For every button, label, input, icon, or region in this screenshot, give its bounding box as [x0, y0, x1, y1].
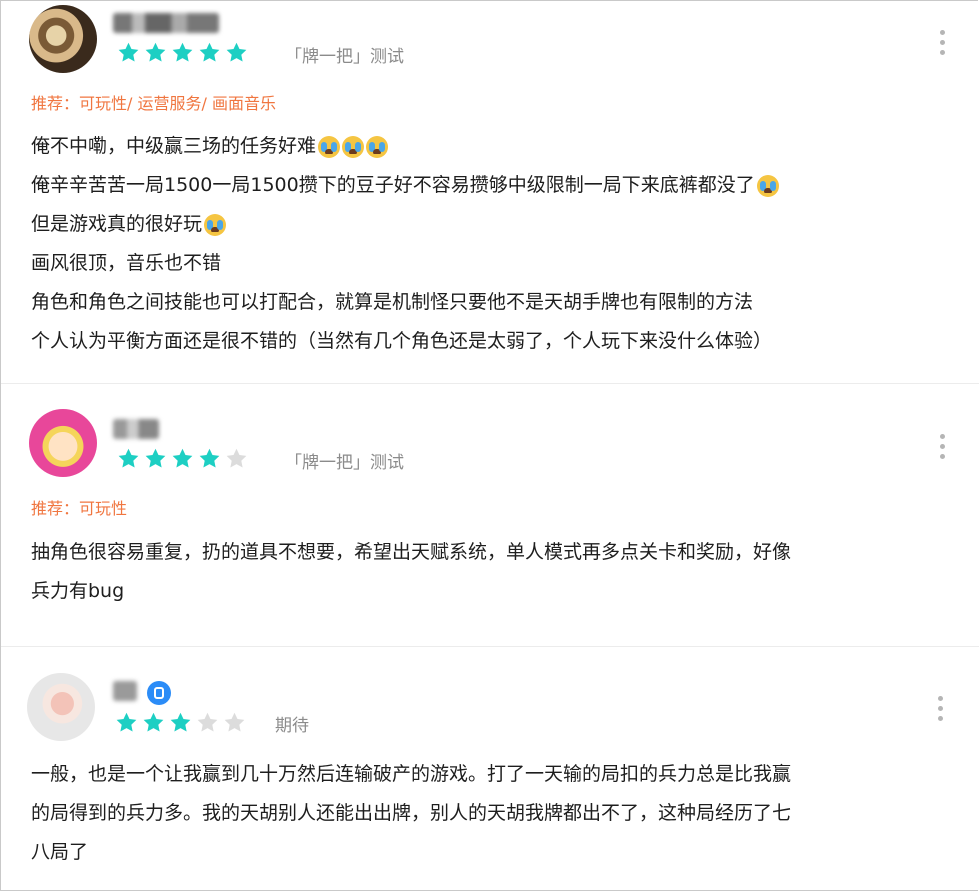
review-line: 俺不中嘞，中级赢三场的任务好难 — [31, 127, 779, 166]
review-line: 抽角色很容易重复，扔的道具不想要，希望出天赋系统，单人模式再多点关卡和奖励，好像 — [31, 533, 791, 572]
more-options-icon[interactable] — [938, 696, 944, 721]
star-filled-icon — [143, 712, 164, 732]
review-line-text: 一般，也是一个让我赢到几十万然后连输破产的游戏。打了一天输的局扣的兵力总是比我赢 — [31, 763, 792, 785]
review-line: 个人认为平衡方面还是很不错的（当然有几个角色还是太弱了，个人玩下来没什么体验） — [31, 322, 779, 361]
crying-face-icon — [204, 213, 227, 236]
star-filled-icon — [199, 42, 220, 62]
review-line-text: 俺不中嘞，中级赢三场的任务好难 — [31, 135, 317, 157]
review-content: 一般，也是一个让我赢到几十万然后连输破产的游戏。打了一天输的局扣的兵力总是比我赢… — [31, 755, 791, 872]
crying-face-icon — [318, 135, 341, 158]
review-line: 俺辛辛苦苦一局1500一局1500攒下的豆子好不容易攒够中级限制一局下来底裤都没… — [31, 166, 779, 205]
review-list: 「牌一把」测试 推荐：可玩性/ 运营服务/ 画面音乐 俺不中嘞，中级赢三场的任务… — [0, 0, 979, 891]
rating-stars — [115, 711, 246, 734]
star-filled-icon — [118, 42, 139, 62]
review-line-text: 画风很顶，音乐也不错 — [31, 252, 222, 274]
star-filled-icon — [172, 448, 193, 468]
username-blurred[interactable] — [113, 13, 219, 33]
star-filled-icon — [170, 712, 191, 732]
verified-badge-icon — [147, 681, 171, 705]
review-line: 画风很顶，音乐也不错 — [31, 244, 779, 283]
review-content: 俺不中嘞，中级赢三场的任务好难俺辛辛苦苦一局1500一局1500攒下的豆子好不容… — [31, 127, 779, 361]
review-line-text: 角色和角色之间技能也可以打配合，就算是机制怪只要他不是天胡手牌也有限制的方法 — [31, 291, 754, 313]
star-filled-icon — [145, 448, 166, 468]
review-card: 「牌一把」测试 推荐：可玩性/ 运营服务/ 画面音乐 俺不中嘞，中级赢三场的任务… — [1, 1, 979, 381]
review-tag: 「牌一把」测试 — [285, 453, 404, 473]
review-tag: 「牌一把」测试 — [285, 47, 404, 67]
rating-stars — [117, 447, 248, 470]
review-line: 但是游戏真的很好玩 — [31, 205, 779, 244]
crying-face-icon — [366, 135, 389, 158]
review-line-text: 八局了 — [31, 841, 89, 863]
user-avatar[interactable] — [29, 409, 97, 477]
crying-face-icon — [342, 135, 365, 158]
recommend-text: 推荐：可玩性 — [31, 499, 128, 518]
username-blurred[interactable] — [113, 419, 159, 439]
review-tag: 期待 — [275, 716, 309, 736]
review-line-text: 的局得到的兵力多。我的天胡别人还能出出牌，别人的天胡我牌都出不了，这种局经历了七 — [31, 802, 792, 824]
review-card: 期待 一般，也是一个让我赢到几十万然后连输破产的游戏。打了一天输的局扣的兵力总是… — [1, 669, 979, 889]
divider — [1, 646, 979, 647]
review-line: 八局了 — [31, 833, 791, 872]
review-line-text: 但是游戏真的很好玩 — [31, 213, 203, 235]
review-content: 抽角色很容易重复，扔的道具不想要，希望出天赋系统，单人模式再多点关卡和奖励，好像… — [31, 533, 791, 611]
user-avatar[interactable] — [29, 5, 97, 73]
review-line: 的局得到的兵力多。我的天胡别人还能出出牌，别人的天胡我牌都出不了，这种局经历了七 — [31, 794, 791, 833]
review-line: 一般，也是一个让我赢到几十万然后连输破产的游戏。打了一天输的局扣的兵力总是比我赢 — [31, 755, 791, 794]
star-filled-icon — [145, 42, 166, 62]
more-options-icon[interactable] — [940, 434, 946, 459]
star-empty-icon — [224, 712, 245, 732]
review-card: 「牌一把」测试 推荐：可玩性 抽角色很容易重复，扔的道具不想要，希望出天赋系统，… — [1, 403, 979, 643]
review-line-text: 俺辛辛苦苦一局1500一局1500攒下的豆子好不容易攒够中级限制一局下来底裤都没… — [31, 174, 755, 196]
crying-face-icon — [756, 174, 779, 197]
rating-stars — [117, 41, 248, 64]
user-avatar[interactable] — [27, 673, 95, 741]
review-line-text: 抽角色很容易重复，扔的道具不想要，希望出天赋系统，单人模式再多点关卡和奖励，好像 — [31, 541, 792, 563]
recommend-text: 推荐：可玩性/ 运营服务/ 画面音乐 — [31, 94, 276, 113]
review-line-text: 个人认为平衡方面还是很不错的（当然有几个角色还是太弱了，个人玩下来没什么体验） — [31, 330, 773, 352]
star-filled-icon — [199, 448, 220, 468]
username-blurred[interactable] — [113, 681, 137, 701]
star-filled-icon — [116, 712, 137, 732]
star-empty-icon — [197, 712, 218, 732]
star-filled-icon — [118, 448, 139, 468]
review-line-text: 兵力有bug — [31, 580, 125, 602]
review-line: 角色和角色之间技能也可以打配合，就算是机制怪只要他不是天胡手牌也有限制的方法 — [31, 283, 779, 322]
review-line: 兵力有bug — [31, 572, 791, 611]
star-filled-icon — [172, 42, 193, 62]
divider — [1, 383, 979, 384]
star-empty-icon — [226, 448, 247, 468]
star-filled-icon — [226, 42, 247, 62]
more-options-icon[interactable] — [940, 30, 946, 55]
